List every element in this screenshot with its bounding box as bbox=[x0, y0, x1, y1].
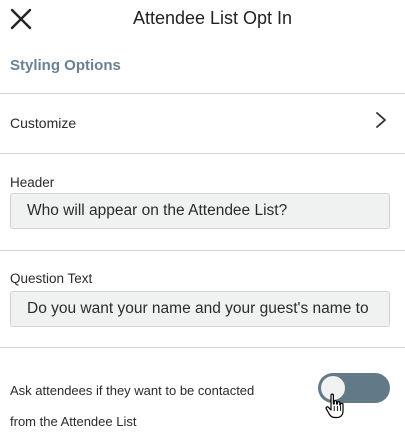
customize-row[interactable]: Customize bbox=[0, 94, 405, 152]
divider bbox=[0, 153, 405, 154]
chevron-right-icon bbox=[376, 112, 386, 128]
question-text-field-label: Question Text bbox=[10, 271, 93, 286]
header-input[interactable] bbox=[10, 193, 390, 229]
hand-cursor-icon bbox=[325, 393, 344, 419]
header-field-label: Header bbox=[10, 175, 55, 190]
contact-option-label-line1: Ask attendees if they want to be contact… bbox=[10, 383, 255, 398]
page-title: Attendee List Opt In bbox=[132, 8, 293, 28]
divider bbox=[0, 347, 405, 348]
question-text-input[interactable] bbox=[10, 291, 390, 327]
contact-option-label-line2: from the Attendee List bbox=[10, 414, 137, 429]
dialog-header: Attendee List Opt In bbox=[0, 0, 405, 40]
customize-label: Customize bbox=[10, 115, 77, 131]
styling-options-heading: Styling Options bbox=[10, 57, 121, 74]
divider bbox=[0, 250, 405, 251]
